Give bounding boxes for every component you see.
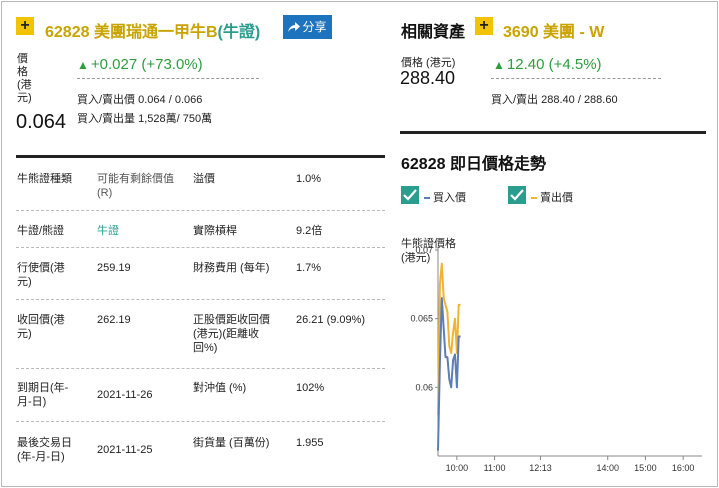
share-icon bbox=[288, 22, 301, 32]
x-tick-label: 14:00 bbox=[596, 463, 619, 473]
underlying-bid-ask: 買入/賣出 288.40 / 288.60 bbox=[491, 94, 618, 106]
row-bullbear-key: 牛證/熊證 bbox=[17, 225, 65, 237]
row-outstanding-key: 街貨量 (百萬份) bbox=[193, 437, 270, 449]
row-type-key: 牛熊證種類 bbox=[17, 173, 72, 185]
section-divider bbox=[400, 131, 706, 134]
ask-legend: 賣出價 bbox=[531, 189, 573, 205]
divider bbox=[77, 78, 259, 79]
x-tick-label: 10:00 bbox=[446, 463, 469, 473]
row-bullbear-value: 牛證 bbox=[97, 225, 119, 237]
x-tick-label: 16:00 bbox=[672, 463, 695, 473]
row-callprice-key: 收回價(港元) bbox=[17, 314, 65, 340]
row-delta-value: 102% bbox=[296, 382, 325, 394]
row-premium-value: 1.0% bbox=[296, 173, 322, 185]
related-section-label: 相關資產 bbox=[401, 24, 466, 41]
y-tick-label: 0.065 bbox=[410, 314, 433, 324]
warrant-change: ▲ +0.027 (+73.0%) bbox=[77, 56, 203, 73]
warrant-price: 0.064 bbox=[16, 111, 67, 133]
add-watchlist-warrant-button[interactable]: + bbox=[16, 17, 34, 35]
bid-swatch bbox=[424, 197, 430, 200]
row-divider bbox=[16, 421, 385, 422]
row-callprice-value: 262.19 bbox=[97, 314, 131, 326]
row-finance-value: 1.7% bbox=[296, 262, 322, 274]
y-tick-label: 0.06 bbox=[415, 382, 433, 392]
ask-swatch bbox=[531, 197, 537, 200]
ask-checkbox[interactable] bbox=[508, 186, 526, 204]
warrant-type: (牛證) bbox=[217, 24, 261, 41]
row-outstanding-value: 1.955 bbox=[296, 437, 324, 449]
row-premium-key: 溢價 bbox=[193, 173, 215, 185]
row-delta-key: 對沖值 (%) bbox=[193, 382, 247, 394]
row-expiry-value: 2021-11-26 bbox=[97, 389, 153, 401]
x-tick-label: 11:00 bbox=[484, 463, 506, 473]
section-divider bbox=[16, 155, 385, 158]
share-label: 分享 bbox=[302, 20, 327, 34]
row-distance-value: 26.21 (9.09%) bbox=[296, 314, 366, 326]
up-arrow-icon: ▲ bbox=[493, 58, 505, 72]
bid-checkbox[interactable] bbox=[401, 186, 419, 204]
row-lasttrade-value: 2021-11-25 bbox=[97, 444, 153, 456]
row-divider bbox=[16, 299, 385, 300]
row-leverage-value: 9.2倍 bbox=[296, 225, 323, 237]
add-watchlist-underlying-button[interactable]: + bbox=[475, 17, 493, 35]
underlying-price: 288.40 bbox=[400, 68, 456, 88]
share-button[interactable]: 分享 bbox=[283, 15, 332, 39]
bid-legend: 買入價 bbox=[424, 189, 466, 205]
row-divider bbox=[16, 210, 385, 211]
warrant-code: 62828 bbox=[45, 24, 90, 41]
row-type-value: 可能有剩餘價值(R) bbox=[97, 173, 174, 199]
warrant-bid-ask-price: 買入/賣出價 0.064 / 0.066 bbox=[77, 94, 203, 106]
row-strike-key: 行使價(港元) bbox=[17, 262, 65, 288]
chart-title: 62828 即日價格走勢 bbox=[401, 156, 546, 173]
underlying-change: ▲ 12.40 (+4.5%) bbox=[493, 56, 602, 73]
row-strike-value: 259.19 bbox=[97, 262, 131, 274]
warrant-bid-ask-volume: 買入/賣出量 1,528萬/ 750萬 bbox=[77, 113, 213, 125]
y-tick-label: 0.07 bbox=[415, 245, 433, 255]
up-arrow-icon: ▲ bbox=[77, 58, 89, 72]
warrant-name: 美團瑞通一甲牛B bbox=[93, 24, 218, 41]
price-chart: 0.07 0.065 0.06 10:00 11:00 12:13 14:00 15:00 16… bbox=[410, 245, 702, 473]
underlying-name[interactable]: 3690 美團 - W bbox=[503, 18, 604, 42]
divider bbox=[491, 78, 661, 79]
warrant-title: 62828 美團瑞通一甲牛B(牛證) bbox=[45, 18, 260, 42]
row-distance-key: 正股價距收回價(港元)(距離收回%) bbox=[193, 314, 270, 354]
row-divider bbox=[16, 247, 385, 248]
x-tick-label: 15:00 bbox=[634, 463, 657, 473]
row-lasttrade-key: 最後交易日(年-月-日) bbox=[17, 437, 72, 463]
warrant-price-label: 價格(港元) bbox=[17, 53, 32, 104]
check-icon bbox=[403, 189, 417, 201]
row-expiry-key: 到期日(年-月-日) bbox=[17, 382, 69, 408]
row-finance-key: 財務費用 (每年) bbox=[193, 262, 270, 274]
x-tick-label: 12:13 bbox=[529, 463, 552, 473]
check-icon bbox=[510, 189, 524, 201]
row-leverage-key: 實際槓桿 bbox=[193, 225, 237, 237]
row-divider bbox=[16, 368, 385, 369]
